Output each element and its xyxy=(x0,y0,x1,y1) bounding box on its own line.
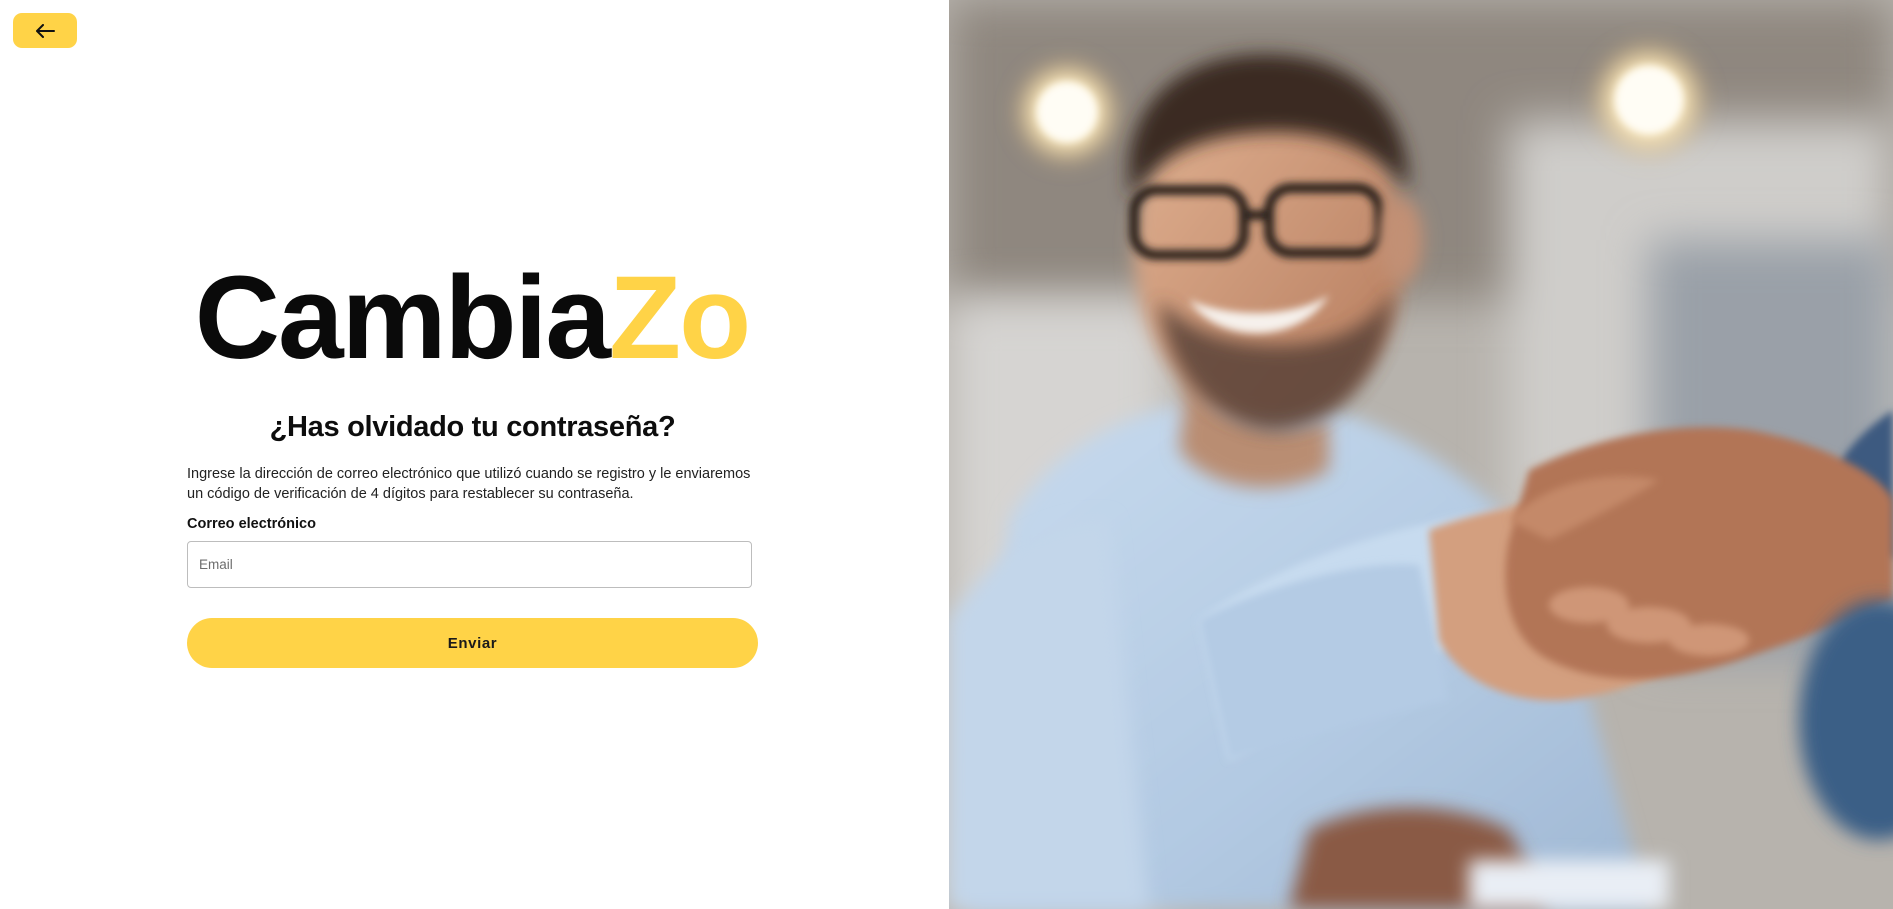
logo-text-accent: Zo xyxy=(609,268,749,368)
logo-text-dark: Cambia xyxy=(195,268,613,368)
forgot-password-form: CambiaZo ¿Has olvidado tu contraseña? In… xyxy=(187,268,758,668)
submit-button[interactable]: Enviar xyxy=(187,618,758,668)
page-title: ¿Has olvidado tu contraseña? xyxy=(269,411,676,443)
cambiazo-logo: CambiaZo xyxy=(187,268,758,368)
instructions-text: Ingrese la dirección de correo electróni… xyxy=(187,466,751,502)
form-panel: CambiaZo ¿Has olvidado tu contraseña? In… xyxy=(0,0,949,909)
hero-image xyxy=(949,0,1893,909)
forgot-password-page: CambiaZo ¿Has olvidado tu contraseña? In… xyxy=(0,0,1893,909)
arrow-left-icon xyxy=(35,23,55,38)
back-button[interactable] xyxy=(13,13,77,48)
email-input[interactable] xyxy=(187,541,752,588)
svg-text:CambiaZo: CambiaZo xyxy=(195,268,749,368)
email-label: Correo electrónico xyxy=(187,516,316,532)
handshake-photo xyxy=(949,0,1893,909)
